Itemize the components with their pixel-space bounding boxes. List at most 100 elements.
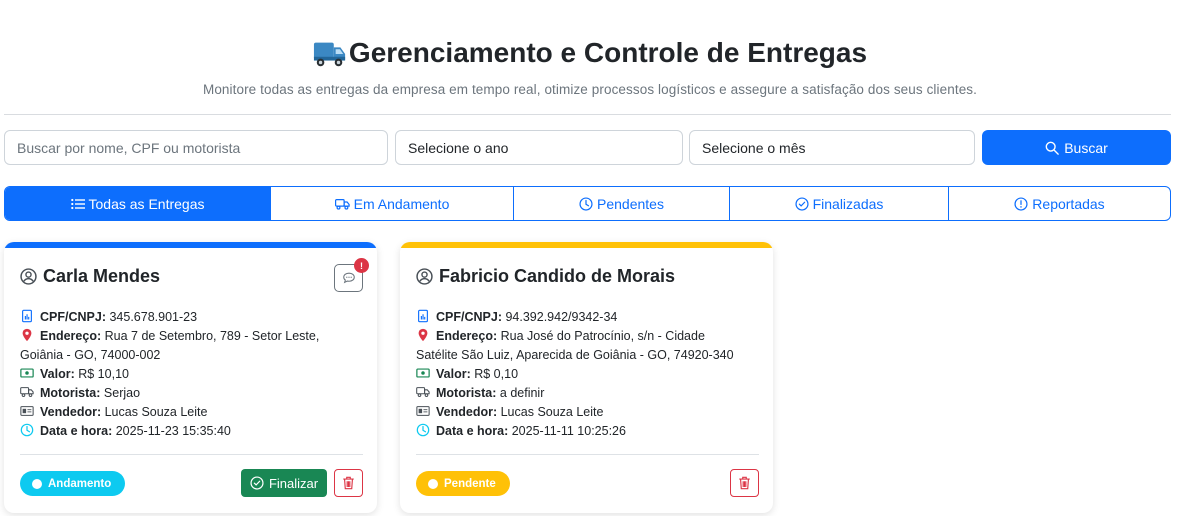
tab-label: Finalizadas bbox=[812, 195, 884, 212]
truck-icon bbox=[20, 387, 34, 397]
tab-finalizadas[interactable]: Finalizadas bbox=[730, 187, 949, 220]
motorista-label: Motorista: bbox=[40, 386, 101, 400]
search-button-label: Buscar bbox=[1064, 139, 1108, 156]
valor-value: R$ 10,10 bbox=[78, 367, 129, 381]
card-divider bbox=[20, 454, 363, 455]
vendedor-line: Vendedor: Lucas Souza Leite bbox=[20, 403, 350, 422]
document-icon bbox=[22, 309, 32, 323]
data-line: Data e hora: 2025-11-11 10:25:26 bbox=[416, 422, 761, 441]
month-select[interactable]: Selecione o mês bbox=[689, 130, 975, 165]
valor-line: Valor: R$ 0,10 bbox=[416, 365, 761, 384]
vendedor-label: Vendedor: bbox=[436, 405, 498, 419]
id-card-icon bbox=[20, 406, 34, 416]
cpf-line: CPF/CNPJ: 94.392.942/9342-34 bbox=[416, 308, 761, 327]
id-card-icon bbox=[416, 406, 430, 416]
card-details: CPF/CNPJ: 94.392.942/9342-34 Endereço: R… bbox=[416, 308, 761, 441]
search-icon bbox=[1045, 141, 1060, 155]
endereco-label: Endereço: bbox=[436, 329, 498, 343]
page-title: Gerenciamento e Controle de Entregas bbox=[0, 36, 1180, 70]
card-divider bbox=[416, 454, 759, 455]
person-circle-icon bbox=[20, 268, 37, 285]
card-status-bar bbox=[400, 242, 773, 248]
endereco-value-2: Goiânia - GO, 74000-002 bbox=[20, 348, 161, 362]
endereco-label: Endereço: bbox=[40, 329, 102, 343]
customer-name-text: Fabricio Candido de Morais bbox=[439, 266, 676, 286]
trash-icon bbox=[343, 476, 354, 490]
status-tabs: Todas as Entregas Em Andamento Pendentes… bbox=[4, 186, 1171, 221]
truck-icon bbox=[334, 198, 350, 210]
vendedor-line: Vendedor: Lucas Souza Leite bbox=[416, 403, 761, 422]
valor-value: R$ 0,10 bbox=[474, 367, 519, 381]
delete-button[interactable] bbox=[730, 469, 759, 497]
motorista-line: Motorista: Serjao bbox=[20, 384, 350, 403]
tab-label: Todas as Entregas bbox=[88, 195, 205, 212]
valor-label: Valor: bbox=[436, 367, 471, 381]
status-badge: Andamento bbox=[20, 471, 126, 496]
cpf-line: CPF/CNPJ: 345.678.901-23 bbox=[20, 308, 350, 327]
person-circle-icon bbox=[416, 268, 433, 285]
status-badge-label: Andamento bbox=[48, 477, 112, 490]
customer-name: Fabricio Candido de Morais bbox=[416, 266, 675, 287]
chat-icon bbox=[342, 272, 355, 284]
customer-name-text: Carla Mendes bbox=[43, 266, 161, 286]
status-dot-icon bbox=[32, 478, 42, 489]
chat-button[interactable]: ! bbox=[334, 258, 369, 292]
search-input[interactable] bbox=[4, 130, 388, 165]
status-dot-icon bbox=[428, 478, 438, 489]
motorista-label: Motorista: bbox=[436, 386, 497, 400]
delivery-card: Fabricio Candido de Morais CPF/CNPJ: 94.… bbox=[400, 242, 773, 513]
status-badge: Pendente bbox=[416, 471, 510, 496]
card-details: CPF/CNPJ: 345.678.901-23 Endereço: Rua 7… bbox=[20, 308, 350, 441]
location-pin-icon bbox=[418, 328, 428, 342]
endereco-value-1: Rua José do Patrocínio, s/n - Cidade bbox=[500, 329, 705, 343]
page-subtitle: Monitore todas as entregas da empresa em… bbox=[202, 82, 978, 97]
data-label: Data e hora: bbox=[40, 424, 113, 438]
delivery-card: Carla Mendes ! CPF/CNPJ: 345.678.901-23 … bbox=[4, 242, 377, 513]
motorista-value: Serjao bbox=[103, 386, 141, 400]
data-value: 2025-11-23 15:35:40 bbox=[115, 424, 231, 438]
vendedor-value: Lucas Souza Leite bbox=[500, 405, 604, 419]
cpf-value: 345.678.901-23 bbox=[109, 310, 198, 324]
tab-reportadas[interactable]: Reportadas bbox=[949, 187, 1170, 220]
card-status-bar bbox=[4, 242, 377, 248]
clock-icon bbox=[20, 423, 34, 437]
cpf-label: CPF/CNPJ: bbox=[436, 310, 502, 324]
tab-label: Reportadas bbox=[1032, 195, 1105, 212]
motorista-value: a definir bbox=[499, 386, 545, 400]
customer-name: Carla Mendes bbox=[20, 266, 160, 287]
search-bar: Selecione o ano Selecione o mês Buscar bbox=[4, 130, 1171, 165]
valor-line: Valor: R$ 10,10 bbox=[20, 365, 350, 384]
endereco-line: Endereço: Rua 7 de Setembro, 789 - Setor… bbox=[20, 327, 350, 346]
tab-label: Em Andamento bbox=[353, 195, 450, 212]
finalizar-label: Finalizar bbox=[268, 475, 319, 491]
data-line: Data e hora: 2025-11-23 15:35:40 bbox=[20, 422, 350, 441]
delete-button[interactable] bbox=[334, 469, 363, 497]
endereco-line: Endereço: Rua José do Patrocínio, s/n - … bbox=[416, 327, 761, 346]
location-pin-icon bbox=[22, 328, 32, 342]
check-circle-icon bbox=[795, 196, 809, 211]
month-select-label: Selecione o mês bbox=[702, 139, 806, 156]
data-label: Data e hora: bbox=[436, 424, 509, 438]
exclamation-circle-icon bbox=[1014, 196, 1028, 211]
cpf-value: 94.392.942/9342-34 bbox=[505, 310, 618, 324]
check-circle-icon bbox=[250, 476, 264, 490]
tab-pendentes[interactable]: Pendentes bbox=[514, 187, 730, 220]
page-title-text: Gerenciamento e Controle de Entregas bbox=[348, 37, 868, 68]
finalizar-button[interactable]: Finalizar bbox=[241, 469, 327, 497]
list-icon bbox=[70, 198, 85, 209]
year-select[interactable]: Selecione o ano bbox=[395, 130, 683, 165]
notification-badge: ! bbox=[354, 258, 369, 273]
header-divider bbox=[4, 114, 1171, 115]
truck-icon bbox=[416, 387, 430, 397]
valor-label: Valor: bbox=[40, 367, 75, 381]
tab-todas[interactable]: Todas as Entregas bbox=[5, 187, 271, 220]
cash-icon bbox=[20, 368, 34, 378]
cpf-label: CPF/CNPJ: bbox=[40, 310, 106, 324]
search-button[interactable]: Buscar bbox=[982, 130, 1171, 165]
cash-icon bbox=[416, 368, 430, 378]
endereco-value-1: Rua 7 de Setembro, 789 - Setor Leste, bbox=[104, 329, 320, 343]
tab-andamento[interactable]: Em Andamento bbox=[271, 187, 514, 220]
vendedor-value: Lucas Souza Leite bbox=[104, 405, 208, 419]
motorista-line: Motorista: a definir bbox=[416, 384, 761, 403]
document-icon bbox=[418, 309, 428, 323]
